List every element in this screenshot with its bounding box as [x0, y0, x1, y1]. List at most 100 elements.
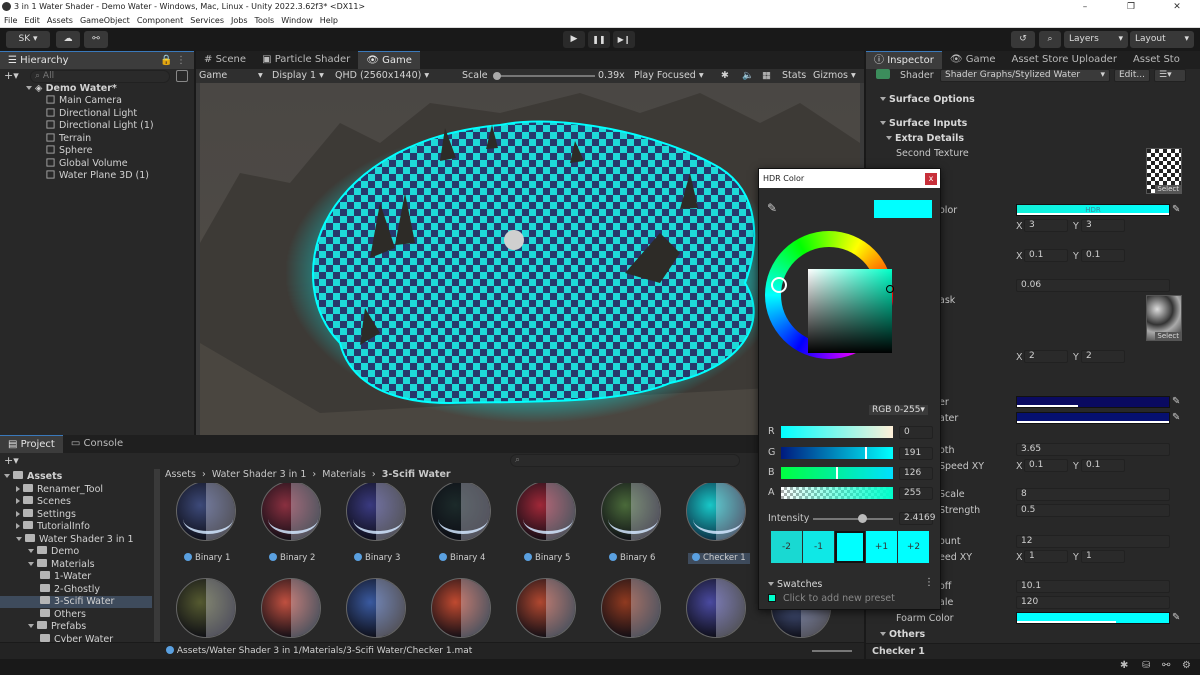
menu-component[interactable]: Component: [137, 14, 183, 27]
cache-icon[interactable]: ⛁: [1142, 660, 1150, 671]
swatches-foldout[interactable]: Swatches: [768, 579, 822, 591]
breadcrumb-item[interactable]: Water Shader 3 in 1: [212, 469, 307, 480]
expand-icon[interactable]: [28, 624, 34, 628]
tiling-y-field[interactable]: 3: [1081, 219, 1125, 232]
material-label[interactable]: Binary 1: [184, 553, 230, 564]
tree-item-3-scifi-water[interactable]: 3-Scifi Water: [0, 596, 152, 608]
texture-select-button[interactable]: Select: [1155, 185, 1181, 193]
hierarchy-search-input[interactable]: ⌕ All: [30, 70, 170, 83]
red-slider[interactable]: [781, 426, 893, 438]
shader-dropdown[interactable]: Shader Graphs/Stylized Water ▾: [940, 69, 1110, 82]
breadcrumb-item[interactable]: Assets: [165, 469, 196, 480]
material-label[interactable]: Checker 1: [688, 553, 750, 564]
material-preview[interactable]: [261, 483, 321, 541]
eyedropper-icon[interactable]: ✎: [1172, 204, 1180, 215]
tab-particle-shader[interactable]: ▣ Particle Shader: [254, 51, 358, 69]
collab-icon[interactable]: ⚯: [84, 31, 108, 48]
add-preset-swatch[interactable]: [768, 594, 776, 602]
material-label[interactable]: Binary 2: [269, 553, 315, 564]
offset-x-field[interactable]: 0.1: [1024, 249, 1068, 262]
scale-slider-thumb[interactable]: [493, 72, 501, 80]
tree-item-1-water[interactable]: 1-Water: [0, 571, 152, 583]
menu-help[interactable]: Help: [320, 14, 338, 27]
speed-y-field[interactable]: 0.1: [1081, 459, 1125, 472]
close-icon[interactable]: x: [925, 173, 937, 185]
tree-item-scenes[interactable]: Scenes: [0, 496, 152, 508]
color-mode-dropdown[interactable]: RGB 0-255▾: [869, 405, 928, 415]
tab-hierarchy[interactable]: ☰ Hierarchy 🔒 ⋮: [0, 51, 194, 69]
hierarchy-item-directional-light[interactable]: Directional Light: [46, 108, 137, 120]
material-preview[interactable]: [686, 578, 746, 638]
step-button[interactable]: ▶❙: [613, 31, 635, 48]
tab-game-2[interactable]: 👁 Game: [942, 51, 1004, 69]
offset-y-field[interactable]: 0.1: [1081, 249, 1125, 262]
eyedropper-icon[interactable]: ✎: [1172, 612, 1180, 623]
menu-services[interactable]: Services: [190, 14, 224, 27]
tree-item-assets[interactable]: Assets: [0, 471, 152, 483]
tree-item-materials[interactable]: Materials: [0, 558, 152, 571]
material-preview[interactable]: [176, 578, 236, 638]
green-slider[interactable]: [781, 447, 893, 459]
tiling2-y-field[interactable]: 2: [1081, 350, 1125, 363]
swatches-menu-icon[interactable]: ⋮: [924, 577, 934, 588]
tree-item-others[interactable]: Others: [0, 608, 152, 621]
material-preview[interactable]: [346, 578, 406, 638]
tree-item-renamer-tool[interactable]: Renamer_Tool: [0, 483, 152, 496]
account-button[interactable]: SK ▾: [6, 31, 50, 48]
tree-item-settings[interactable]: Settings: [0, 508, 152, 521]
material-label[interactable]: Binary 5: [524, 553, 570, 564]
material-preview[interactable]: [431, 483, 491, 541]
menu-jobs[interactable]: Jobs: [231, 14, 248, 27]
tiling2-x-field[interactable]: 2: [1024, 350, 1068, 363]
foam-color-swatch[interactable]: [1016, 612, 1170, 624]
material-preview[interactable]: [176, 483, 236, 541]
expand-icon[interactable]: [16, 485, 20, 492]
intensity-swatch-current[interactable]: [835, 531, 865, 563]
material-preview[interactable]: [261, 578, 321, 638]
cutoff-field[interactable]: 10.1: [1016, 580, 1170, 593]
bug-icon[interactable]: ✱: [721, 69, 729, 83]
mask-texture-thumbnail[interactable]: Select: [1146, 295, 1182, 341]
tree-scrollbar[interactable]: [154, 469, 160, 659]
red-field[interactable]: 0: [899, 426, 933, 439]
debug-icon[interactable]: ✱: [1120, 660, 1128, 671]
menu-file[interactable]: File: [4, 14, 17, 27]
scale-field[interactable]: 8: [1016, 488, 1170, 501]
tab-console[interactable]: ▭ Console: [63, 435, 131, 453]
expand-icon[interactable]: [28, 549, 34, 553]
breadcrumb-item[interactable]: 3-Scifi Water: [382, 469, 451, 480]
layout-dropdown[interactable]: Layout ▾: [1130, 31, 1194, 48]
hierarchy-item-sphere[interactable]: Sphere: [46, 145, 92, 157]
add-object-button[interactable]: +▾: [4, 69, 24, 83]
play-button[interactable]: ▶: [563, 31, 585, 48]
float-field[interactable]: 0.06: [1016, 279, 1170, 292]
blue-slider[interactable]: [781, 467, 893, 479]
saturation-value-square[interactable]: [808, 269, 894, 353]
filter-icon[interactable]: [176, 70, 188, 82]
menu-window[interactable]: Window: [281, 14, 313, 27]
alpha-slider[interactable]: [781, 487, 893, 499]
speed2-y-field[interactable]: 1: [1081, 550, 1125, 563]
material-label[interactable]: Binary 6: [609, 553, 655, 564]
others-foldout[interactable]: Others: [880, 629, 925, 641]
speed-x-field[interactable]: 0.1: [1024, 459, 1068, 472]
menu-tools[interactable]: Tools: [255, 14, 275, 27]
menu-gameobject[interactable]: GameObject: [80, 14, 130, 27]
hue-handle[interactable]: [771, 277, 787, 293]
hierarchy-item-global-volume[interactable]: Global Volume: [46, 158, 128, 170]
grid-icon[interactable]: ▦: [762, 69, 771, 83]
tree-item-2-ghostly[interactable]: 2-Ghostly: [0, 583, 152, 596]
intensity-swatch-plus2[interactable]: +2: [898, 531, 929, 563]
tab-asset-store-uploader[interactable]: Asset Store Uploader: [1004, 51, 1125, 69]
scale2-field[interactable]: 120: [1016, 596, 1170, 609]
gizmos-dropdown[interactable]: Gizmos ▾: [813, 69, 856, 83]
network-icon[interactable]: ⚯: [1162, 660, 1170, 671]
sv-handle[interactable]: [886, 285, 894, 293]
hierarchy-item-directional-light-1[interactable]: Directional Light (1): [46, 120, 154, 132]
tab-game[interactable]: 👁 Game: [358, 51, 420, 69]
expand-icon[interactable]: [4, 474, 10, 478]
settings-icon[interactable]: ⚙: [1182, 660, 1191, 671]
search-icon[interactable]: ⌕: [1039, 31, 1061, 48]
material-preview[interactable]: [601, 483, 661, 541]
stats-button[interactable]: Stats: [782, 69, 806, 83]
